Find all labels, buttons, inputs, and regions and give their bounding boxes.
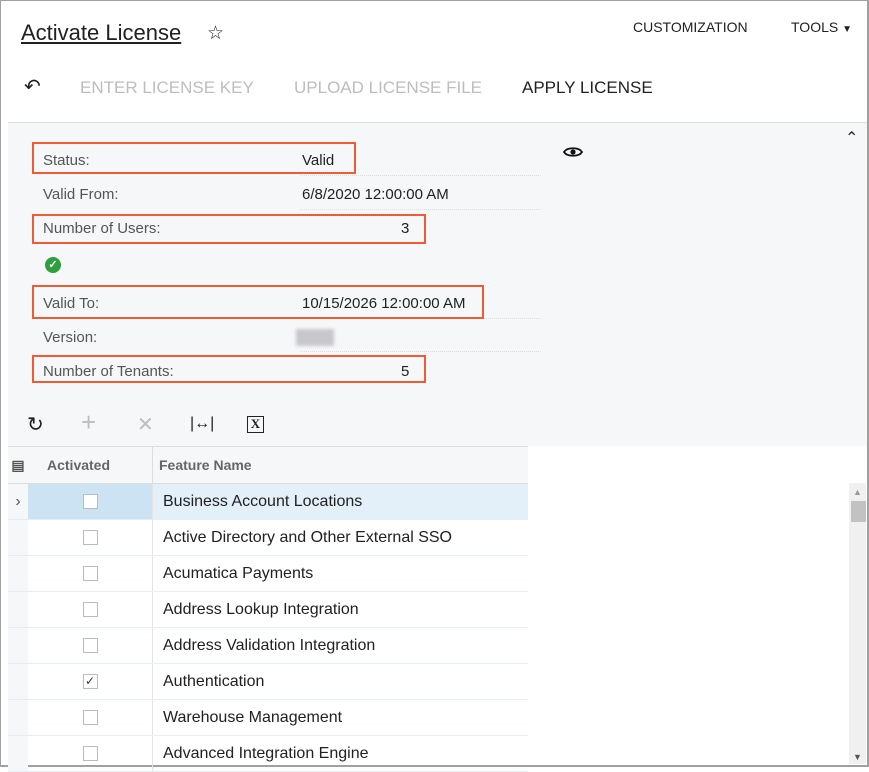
feature-name-cell[interactable]: Address Validation Integration (153, 628, 528, 663)
undo-icon[interactable]: ↶ (24, 74, 41, 99)
collapse-icon[interactable]: ⌃ (845, 128, 858, 148)
feature-name-cell[interactable]: Business Account Locations (153, 484, 528, 519)
grid-header: ▤ Activated Feature Name (8, 447, 528, 484)
activated-checkbox[interactable] (82, 710, 98, 725)
eye-icon[interactable] (562, 145, 584, 164)
enter-license-key-button[interactable]: ENTER LICENSE KEY (80, 78, 254, 98)
valid-from-value: 6/8/2020 12:00:00 AM (302, 186, 449, 203)
tools-label: TOOLS (791, 19, 839, 35)
column-feature-name[interactable]: Feature Name (153, 447, 528, 483)
scroll-down-icon[interactable]: ▼ (849, 752, 866, 762)
row-selector[interactable] (8, 520, 28, 555)
row-selector[interactable] (8, 664, 28, 699)
tools-menu[interactable]: TOOLS ▼ (791, 19, 852, 35)
highlight-box (32, 285, 484, 319)
activated-cell (28, 736, 153, 771)
activated-checkbox[interactable]: ✓ (82, 674, 98, 689)
activated-cell (28, 556, 153, 591)
row-selector[interactable] (8, 592, 28, 627)
features-grid: ▤ Activated Feature Name › Business Acco… (8, 446, 528, 772)
check-circle-icon: ✓ (45, 257, 61, 273)
table-row[interactable]: Address Lookup Integration (8, 592, 528, 628)
divider (300, 209, 541, 210)
table-row[interactable]: Active Directory and Other External SSO (8, 520, 528, 556)
activated-cell (28, 700, 153, 735)
table-row[interactable]: › Business Account Locations (8, 484, 528, 520)
scrollbar[interactable]: ▲ ▼ (849, 483, 866, 764)
highlight-box (32, 142, 356, 174)
table-row[interactable]: Acumatica Payments (8, 556, 528, 592)
refresh-icon[interactable]: ↻ (27, 412, 44, 437)
row-selector[interactable] (8, 556, 28, 591)
table-row[interactable]: ✓ Authentication (8, 664, 528, 700)
apply-license-button[interactable]: APPLY LICENSE (522, 78, 653, 98)
activated-checkbox[interactable] (82, 530, 98, 545)
divider (300, 351, 541, 352)
feature-name-cell[interactable]: Address Lookup Integration (153, 592, 528, 627)
fit-width-icon[interactable]: |↔| (190, 415, 214, 433)
customization-menu[interactable]: CUSTOMIZATION (633, 19, 748, 35)
activated-cell (28, 520, 153, 555)
version-label: Version: (43, 329, 98, 346)
activated-cell: ✓ (28, 664, 153, 699)
column-settings-icon[interactable]: ▤ (8, 447, 28, 483)
activated-checkbox[interactable] (82, 494, 98, 509)
activated-cell (28, 484, 153, 519)
delete-icon[interactable]: ✕ (137, 412, 154, 437)
scrollbar-thumb[interactable] (851, 501, 866, 522)
valid-from-label: Valid From: (43, 186, 119, 203)
highlight-box (32, 355, 426, 383)
table-row[interactable]: Warehouse Management (8, 700, 528, 736)
current-row-chevron-icon[interactable]: › (8, 484, 28, 519)
activated-checkbox[interactable] (82, 746, 98, 761)
page-title: Activate License (21, 20, 182, 45)
feature-name-cell[interactable]: Acumatica Payments (153, 556, 528, 591)
row-selector[interactable] (8, 628, 28, 663)
version-value-blurred (296, 329, 334, 346)
activated-checkbox[interactable] (82, 566, 98, 581)
row-selector[interactable] (8, 700, 28, 735)
scroll-up-icon[interactable]: ▲ (849, 487, 866, 497)
feature-name-cell[interactable]: Authentication (153, 664, 528, 699)
divider (300, 175, 541, 176)
star-icon[interactable]: ☆ (207, 22, 224, 45)
row-selector[interactable] (8, 736, 28, 771)
feature-name-cell[interactable]: Advanced Integration Engine (153, 736, 528, 771)
excel-export-icon[interactable]: X (247, 416, 264, 433)
feature-name-cell[interactable]: Warehouse Management (153, 700, 528, 735)
table-row[interactable]: Address Validation Integration (8, 628, 528, 664)
feature-name-cell[interactable]: Active Directory and Other External SSO (153, 520, 528, 555)
activated-cell (28, 592, 153, 627)
activated-cell (28, 628, 153, 663)
upload-license-file-button[interactable]: UPLOAD LICENSE FILE (294, 78, 482, 98)
activated-checkbox[interactable] (82, 602, 98, 617)
add-icon[interactable]: + (81, 407, 96, 438)
activated-checkbox[interactable] (82, 638, 98, 653)
highlight-box (32, 214, 426, 244)
column-activated[interactable]: Activated (28, 447, 153, 483)
caret-down-icon: ▼ (842, 24, 852, 35)
